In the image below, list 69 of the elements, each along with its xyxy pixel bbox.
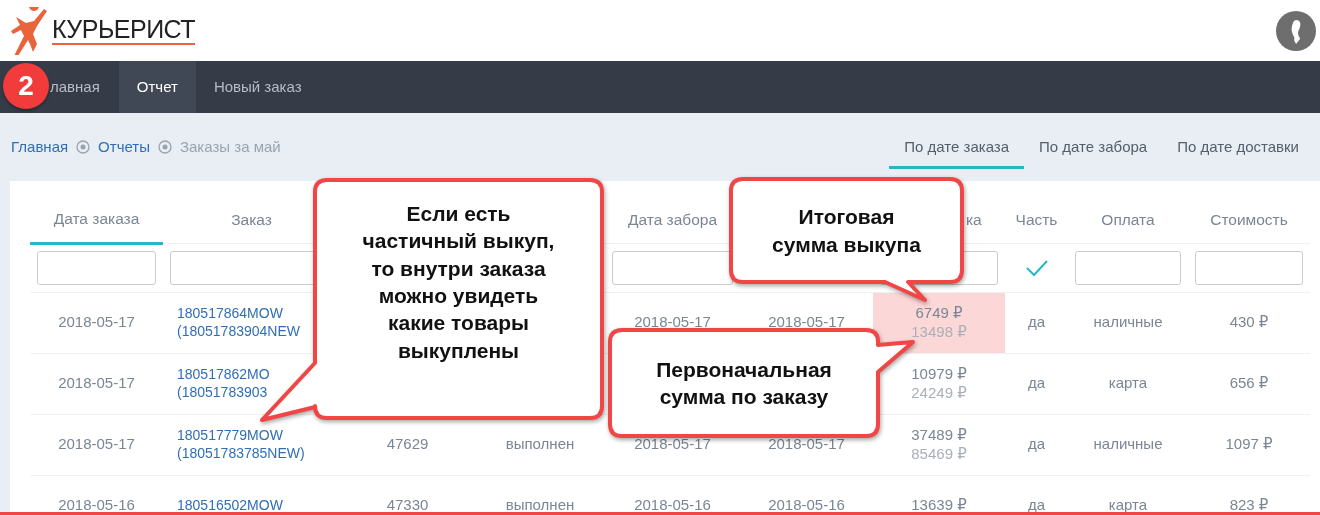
original-amount: 13498 ₽ [910,322,968,342]
table-cell-text: 2018-05-16 [767,496,846,515]
table-cell-text: да [1026,374,1047,393]
view-tab[interactable]: По дате забора [1024,127,1163,169]
breadcrumb-separator-icon [157,140,172,154]
final-amount: 13639 ₽ [910,496,968,515]
check-icon[interactable] [1024,259,1049,277]
table-cell-text: 2018-05-17 [767,313,846,332]
breadcrumb-link[interactable]: Отчеты [98,135,150,159]
tooltip-text: Первоначальная сумма по заказу [656,356,832,410]
filter-field[interactable] [37,251,156,285]
table-cell-text: 656 ₽ [1228,374,1270,393]
table-cell-text: карта [1107,496,1149,515]
table-cell-text: 1097 ₽ [1224,435,1274,454]
table-cell-text: карта [1107,374,1149,393]
filter-field[interactable] [1195,250,1303,285]
logo-text: КУРЬЕРИСТ [52,16,196,45]
nav-tab[interactable]: лавная [50,61,119,113]
table-cell-text: да [1026,435,1047,454]
order-link[interactable]: (18051783785NEW) [177,444,305,461]
column-header[interactable]: Дата забора [627,210,718,228]
user-avatar-icon[interactable] [1276,10,1316,51]
table-cell-text: выполнен [504,435,576,454]
final-amount: 10979 ₽ [910,364,968,384]
order-link[interactable]: 180517862MO [177,366,270,383]
original-amount: 24249 ₽ [910,383,968,403]
column-header[interactable]: Оплата [1101,210,1155,228]
table-cell-text: 2018-05-17 [633,435,712,454]
table-cell-text: 2018-05-16 [57,496,136,515]
column-header[interactable]: Часть [1015,210,1058,228]
table-cell-text: наличные [1092,313,1164,332]
table-cell-text: 823 ₽ [1228,496,1270,515]
table-cell-text: 2018-05-17 [57,313,136,332]
logo-icon [10,6,48,55]
table-cell-text: 2018-05-17 [633,313,712,332]
order-link[interactable]: (18051783904NEW [177,322,300,339]
table-cell-text: 2018-05-17 [57,374,136,393]
order-link[interactable]: 180517864MOW [177,305,283,322]
nav-tab[interactable]: Новый заказ [195,61,320,113]
column-header[interactable]: Стоимость [1210,210,1288,228]
table-cell-text: 2018-05-17 [767,435,846,454]
view-tab[interactable]: По дате заказа [889,127,1025,169]
order-link[interactable]: (18051783903 [177,383,268,400]
table-cell-text: 47330 [385,496,430,515]
table-cell-text: наличные [1092,435,1164,454]
nav-tab[interactable]: Отчет [118,61,196,113]
breadcrumb-link[interactable]: Главная [11,135,69,159]
breadcrumb-separator-icon [76,140,91,154]
table-cell-text: да [1026,313,1047,332]
breadcrumb-current: Заказы за май [179,136,281,157]
final-amount: 6749 ₽ [914,303,964,323]
view-tab[interactable]: По дате доставки [1162,127,1314,169]
column-header[interactable]: Дата заказа [53,210,140,228]
original-amount: 85469 ₽ [910,444,968,464]
column-header[interactable]: Заказ [231,210,272,228]
tooltip-text: Если есть частичный выкуп, то внутри заказа можно увидеть какие товары выкуплены [362,201,555,364]
tooltip-text: Итоговая сумма выкупа [772,204,921,258]
table-cell-text: 47629 [385,435,430,454]
table-cell-text: 2018-05-17 [57,435,136,454]
table-cell-text: выполнен [504,496,576,515]
filter-field[interactable] [612,250,733,285]
table-cell-text: 2018-05-16 [633,496,712,515]
column-header[interactable]: ка [966,210,982,228]
table-cell-text: да [1026,496,1047,515]
final-amount: 37489 ₽ [910,425,968,445]
order-link[interactable]: 180517779MOW [177,427,283,444]
table-cell-text: 430 ₽ [1228,313,1270,332]
filter-field[interactable] [1075,250,1181,285]
order-link[interactable]: 180516502MOW [177,496,283,513]
